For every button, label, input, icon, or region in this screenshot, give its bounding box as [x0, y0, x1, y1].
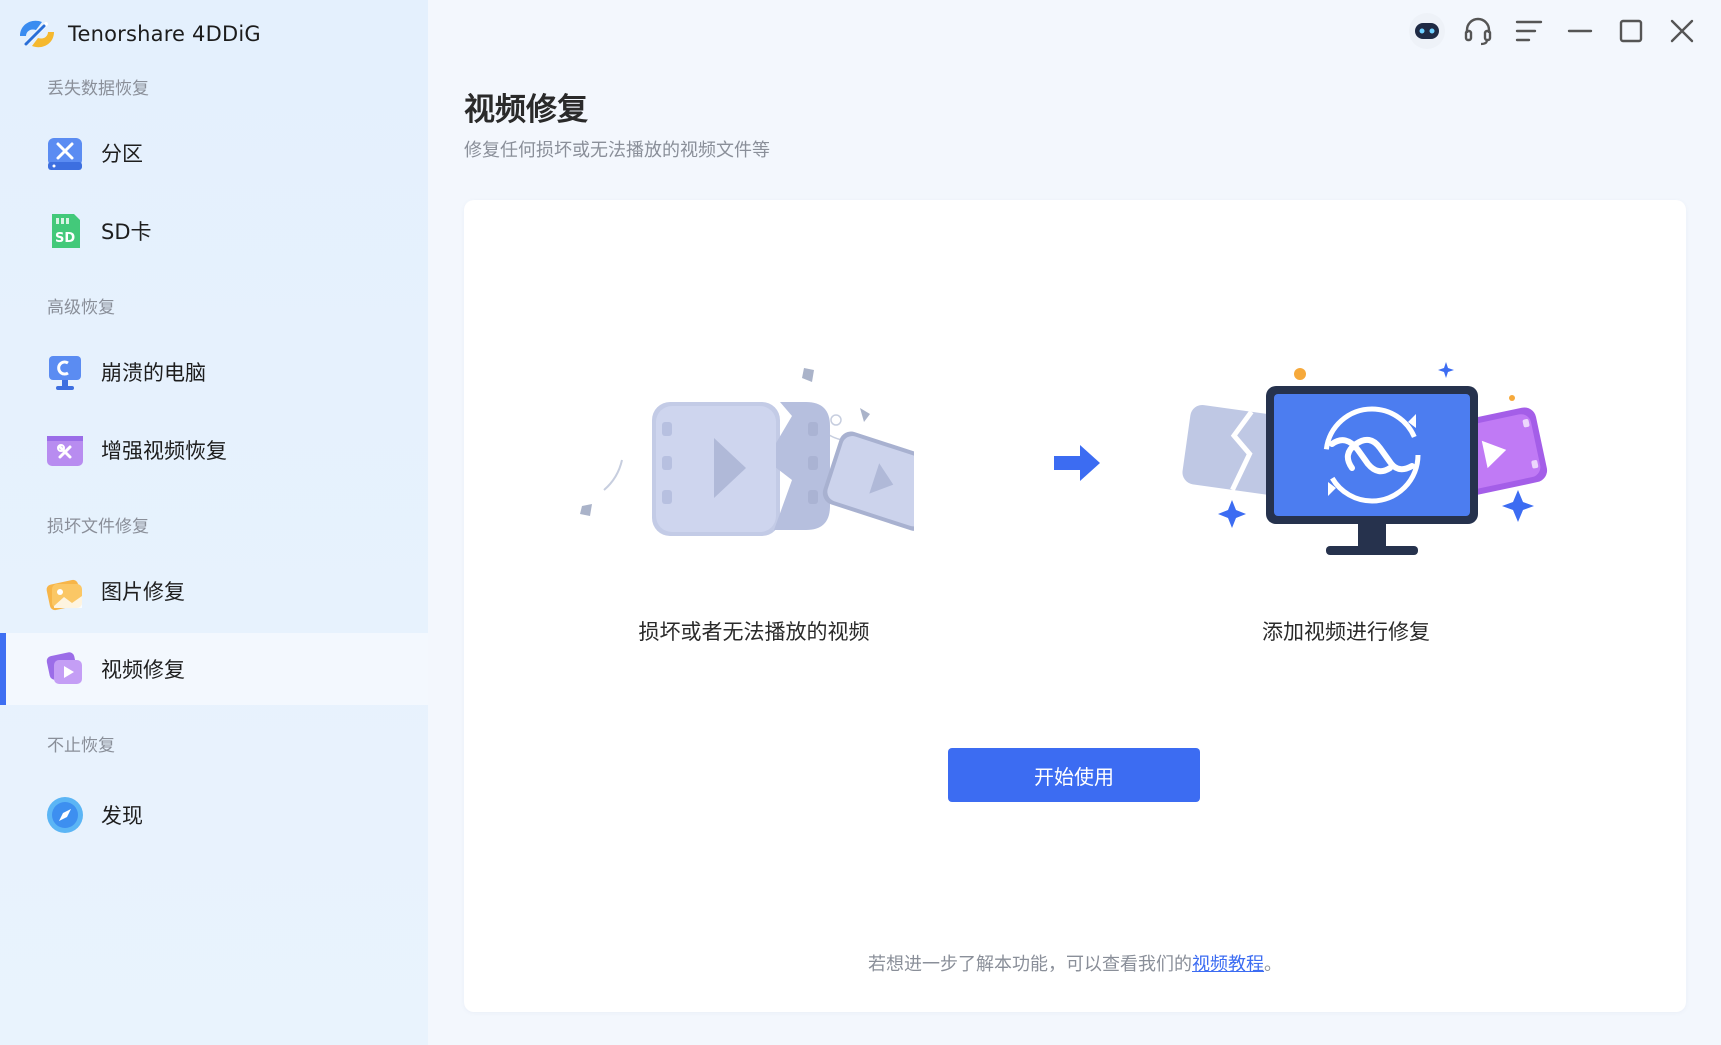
discover-icon: [47, 797, 83, 833]
main-card: 损坏或者无法播放的视频 添加视频进行修复 开始使用 若想进一步了解本功能，可以查…: [464, 200, 1686, 1012]
section-label-advanced: 高级恢复: [47, 298, 115, 318]
sidebar-item-label: 发现: [101, 804, 143, 828]
section-label-beyond: 不止恢复: [47, 736, 115, 756]
maximize-button[interactable]: [1610, 10, 1652, 52]
headset-icon: [1464, 17, 1492, 46]
sidebar-item-discover[interactable]: 发现: [0, 779, 428, 851]
app-logo-icon: [20, 20, 54, 48]
repair-video-caption: 添加视频进行修复: [1262, 620, 1430, 644]
menu-icon: [1515, 20, 1543, 42]
footer-text: 若想进一步了解本功能，可以查看我们的: [868, 954, 1192, 975]
app-title: Tenorshare 4DDiG: [68, 22, 261, 46]
minimize-button[interactable]: [1559, 10, 1601, 52]
sidebar-item-enhanced-video[interactable]: 增强视频恢复: [0, 414, 428, 486]
close-button[interactable]: [1661, 10, 1703, 52]
support-button[interactable]: [1457, 10, 1499, 52]
arrow-right-icon: [1054, 445, 1100, 481]
robot-assistant-icon: [1409, 13, 1445, 49]
menu-button[interactable]: [1508, 10, 1550, 52]
start-button[interactable]: 开始使用: [948, 748, 1200, 802]
repair-video-illustration: [1182, 362, 1548, 555]
sidebar-item-label: 增强视频恢复: [101, 439, 227, 463]
video-repair-icon: [46, 652, 82, 684]
close-icon: [1670, 19, 1694, 43]
sidebar-item-label: 崩溃的电脑: [101, 361, 206, 385]
broken-video-illustration: [580, 368, 914, 536]
section-label-file-repair: 损坏文件修复: [47, 517, 149, 537]
sidebar-item-crashed-pc[interactable]: 崩溃的电脑: [0, 336, 428, 408]
sidebar-item-label: 图片修复: [101, 580, 185, 604]
sidebar: Tenorshare 4DDiG 丢失数据恢复 分区 SD SD卡 高级恢复 崩…: [0, 0, 428, 1045]
enhanced-video-icon: [47, 436, 83, 466]
partition-icon: [48, 138, 82, 170]
page-title: 视频修复: [464, 92, 588, 128]
page-subtitle: 修复任何损坏或无法播放的视频文件等: [464, 140, 770, 161]
sidebar-item-photo-repair[interactable]: 图片修复: [0, 555, 428, 627]
sd-card-icon: SD: [52, 214, 80, 248]
window-controls: [1397, 10, 1703, 52]
footer-note: 若想进一步了解本功能，可以查看我们的视频教程。: [464, 950, 1686, 976]
minimize-icon: [1567, 29, 1593, 33]
robot-assistant-button[interactable]: [1406, 10, 1448, 52]
sidebar-item-sd-card[interactable]: SD SD卡: [0, 195, 428, 267]
photo-repair-icon: [46, 579, 82, 611]
sidebar-item-label: 分区: [101, 142, 143, 166]
maximize-icon: [1619, 19, 1643, 43]
sidebar-item-video-repair[interactable]: 视频修复: [0, 633, 428, 705]
section-label-lost-data: 丢失数据恢复: [47, 79, 149, 99]
sidebar-item-label: 视频修复: [101, 658, 185, 682]
crashed-pc-icon: [49, 356, 81, 390]
broken-video-caption: 损坏或者无法播放的视频: [638, 620, 870, 644]
sidebar-item-partition[interactable]: 分区: [0, 117, 428, 189]
sidebar-item-label: SD卡: [101, 220, 152, 244]
app-header: Tenorshare 4DDiG: [16, 14, 261, 54]
footer-end: 。: [1264, 954, 1282, 975]
svg-text:SD: SD: [55, 231, 75, 246]
video-tutorial-link[interactable]: 视频教程: [1192, 954, 1264, 975]
